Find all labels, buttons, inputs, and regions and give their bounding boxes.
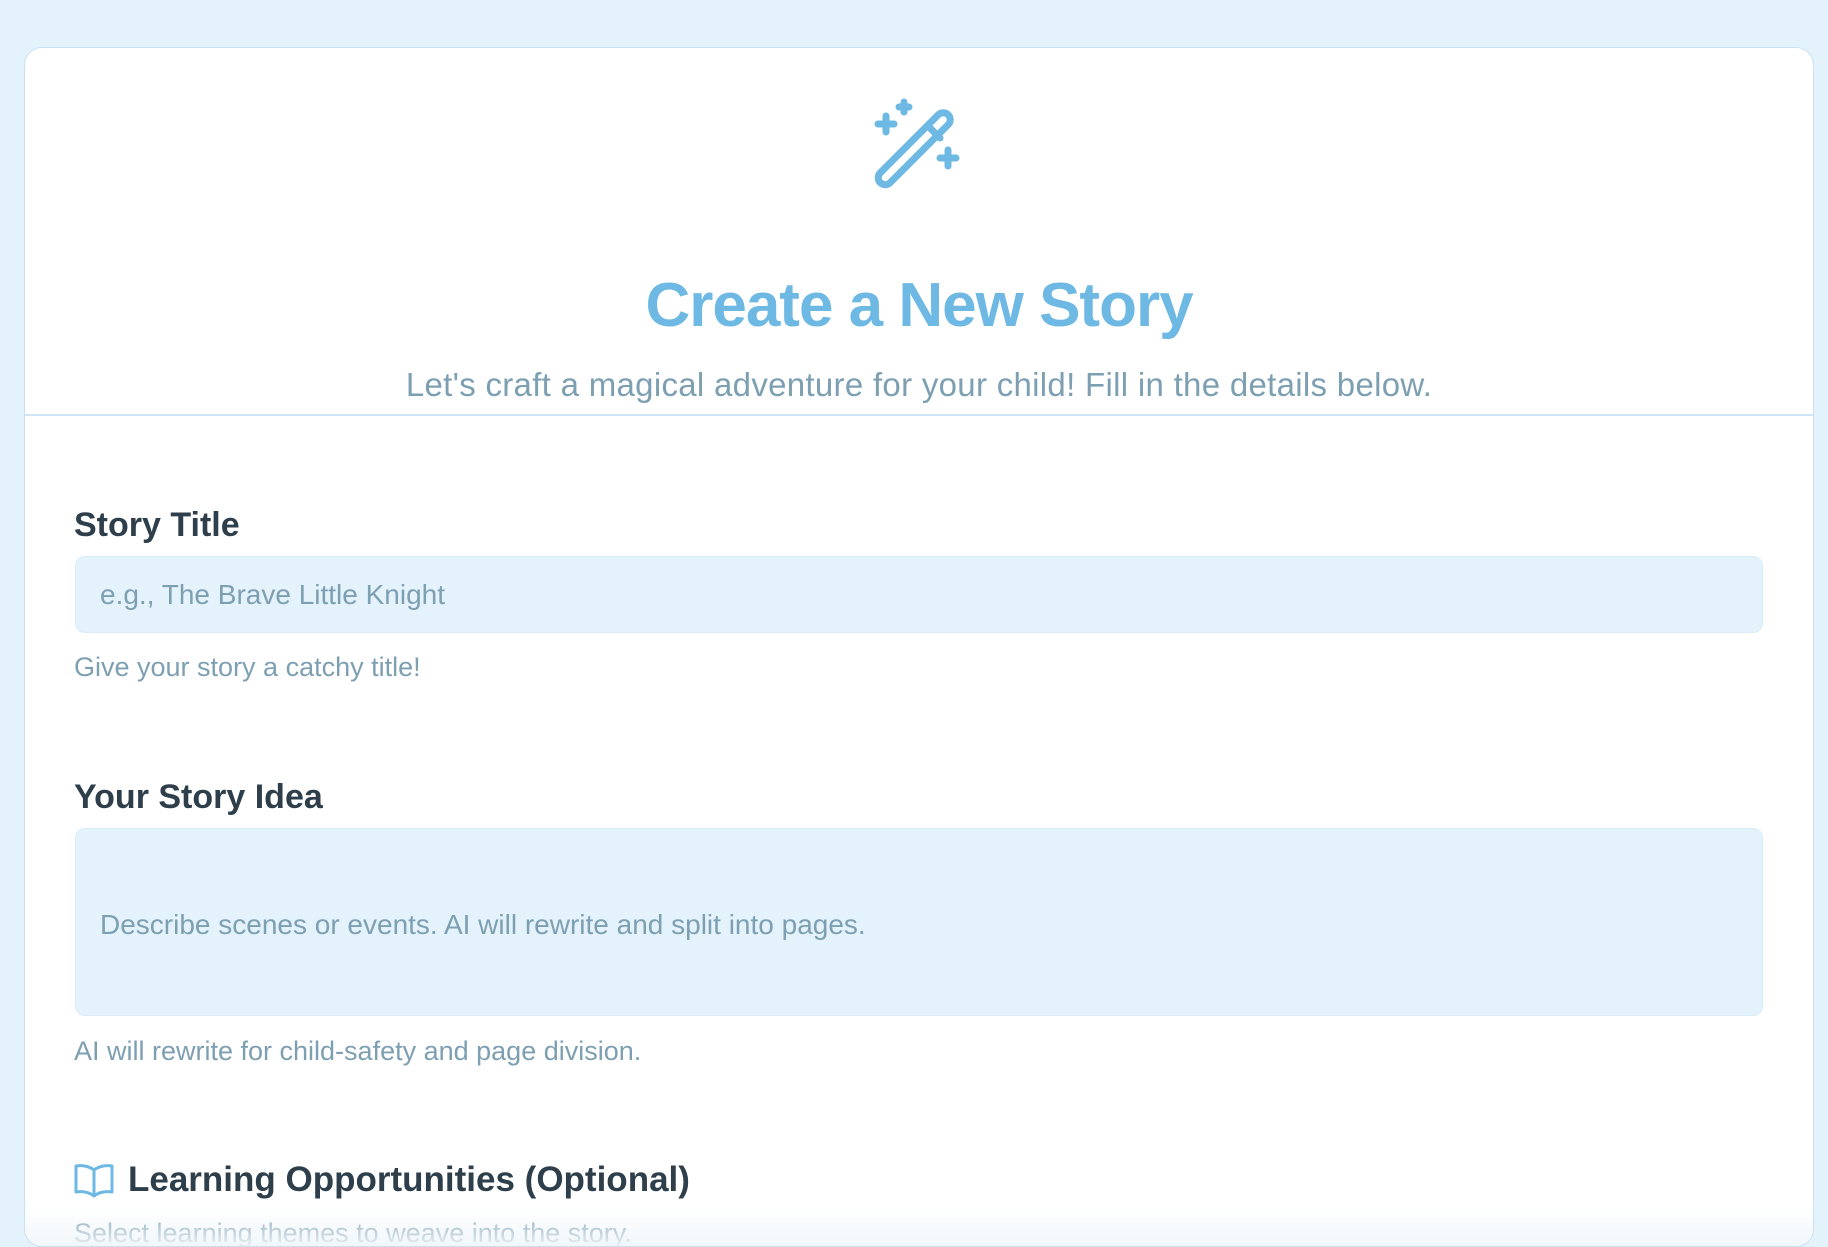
story-title-input[interactable] [75, 556, 1763, 633]
open-book-icon [74, 1164, 114, 1198]
story-idea-helper: AI will rewrite for child-safety and pag… [74, 1036, 642, 1066]
learning-opportunities-description: Select learning themes to weave into the… [74, 1218, 632, 1247]
card-header: Create a New Story Let's craft a magical… [25, 48, 1813, 416]
page-subtitle: Let's craft a magical adventure for your… [405, 366, 1433, 403]
magic-wand-icon [874, 98, 960, 189]
story-title-label: Story Title [74, 506, 240, 544]
learning-opportunities-header: Learning Opportunities (Optional) [74, 1160, 690, 1200]
create-story-card: Create a New Story Let's craft a magical… [24, 47, 1814, 1247]
story-idea-label: Your Story Idea [74, 778, 323, 816]
learning-opportunities-title: Learning Opportunities (Optional) [128, 1160, 690, 1199]
page-title: Create a New Story [645, 271, 1193, 340]
story-title-helper: Give your story a catchy title! [74, 652, 421, 682]
story-idea-textarea[interactable] [75, 828, 1763, 1016]
